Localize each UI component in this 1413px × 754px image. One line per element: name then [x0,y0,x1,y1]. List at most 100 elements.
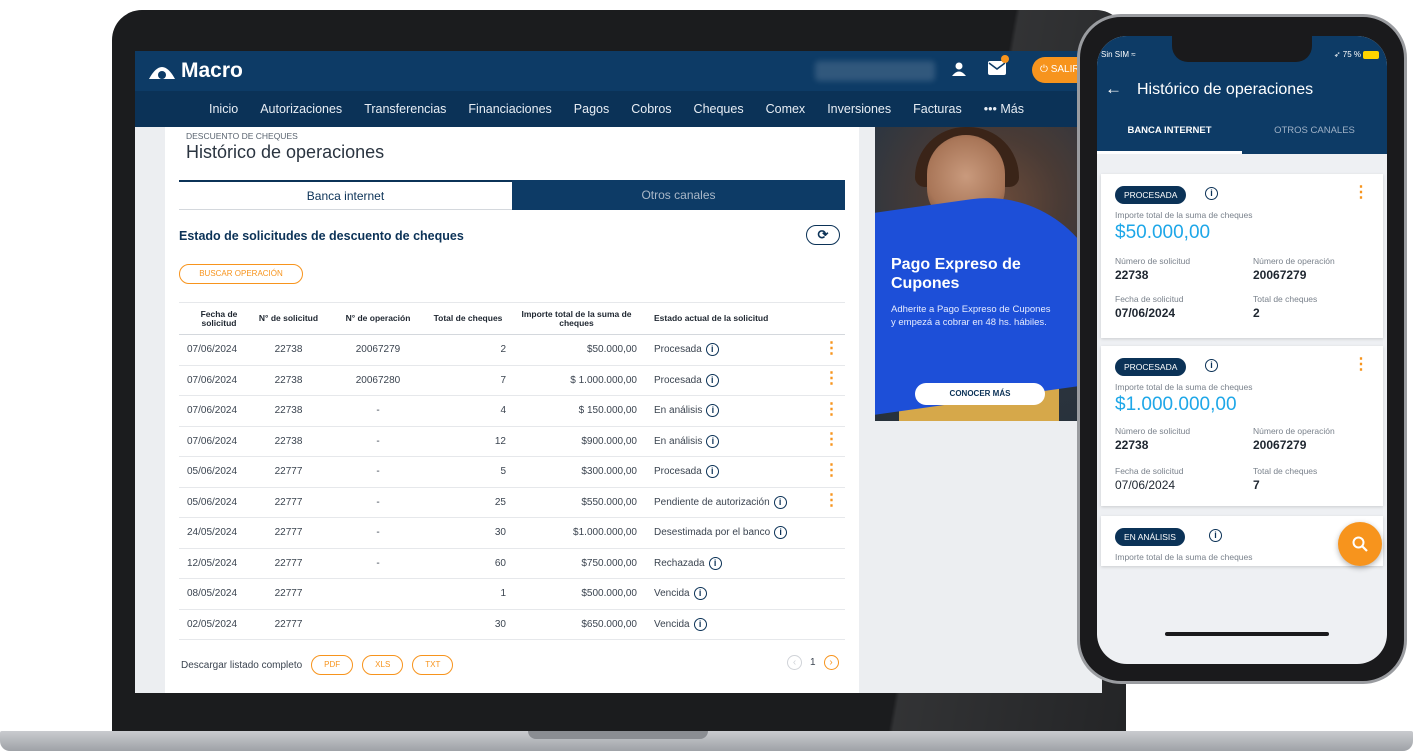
tab-banca-internet[interactable]: Banca internet [179,180,512,210]
row-menu-icon[interactable]: ⋮ [824,401,840,418]
current-page[interactable]: 1 [810,657,816,668]
fecha-label: Fecha de solicitud [1115,294,1184,304]
info-icon[interactable]: i [1205,187,1218,200]
info-icon[interactable]: i [706,404,720,418]
next-page-button[interactable]: › [823,655,839,670]
nav-facturas[interactable]: Facturas [913,102,962,116]
table-row[interactable]: 07/06/2024 22738-4 $ 150.000,00 En análisis… [179,395,845,427]
info-icon[interactable]: i [708,556,722,570]
row-menu-icon[interactable]: ⋮ [824,462,840,479]
search-fab[interactable] [1338,522,1382,566]
nav-cobros[interactable]: Cobros [631,102,671,116]
brand-logo[interactable]: Macro [147,59,243,83]
cell-total: 25 [430,487,516,518]
estado-text: Desestimada por el banco [654,527,771,539]
cell-solicitud: 22777 [251,609,326,640]
table-row[interactable]: 05/06/2024 22777-25 $550.000,00 Pendiente d… [179,487,845,518]
prev-page-button[interactable]: ‹ [787,655,802,670]
info-icon[interactable]: i [1205,359,1218,372]
tab-otros-canales[interactable]: Otros canales [512,180,845,210]
mobile-tab-banca-internet[interactable]: BANCA INTERNET [1097,110,1242,154]
nav-autorizaciones[interactable]: Autorizaciones [260,102,342,116]
cell-fecha: 12/05/2024 [179,548,251,579]
cell-solicitud: 22738 [251,395,326,427]
refresh-button[interactable]: ⟳ [806,225,840,245]
col-importe[interactable]: Importe total de la suma de cheques [516,302,650,335]
nav-inicio[interactable]: Inicio [209,102,238,116]
cell-importe: $550.000,00 [516,487,650,518]
user-info-blurred [815,61,935,81]
cell-estado: Vencida i [650,609,818,640]
table-row[interactable]: 07/06/2024 22738 20067280 7 $ 1.000.000,00 Pr… [179,365,845,396]
row-menu-icon[interactable]: ⋮ [824,492,840,509]
cell-fecha: 05/06/2024 [179,487,251,518]
cell-total: 12 [430,426,516,457]
status-badge: PROCESADA [1115,186,1187,204]
num-solicitud-value: 22738 [1115,268,1149,282]
nav-inversiones[interactable]: Inversiones [827,102,891,116]
operation-card[interactable]: PROCESADA i ⋮ Importe total de la suma d… [1101,174,1383,338]
cell-importe: $500.000,00 [516,578,650,610]
cell-importe: $300.000,00 [516,456,650,488]
download-txt-button[interactable]: TXT [412,655,454,675]
info-icon[interactable]: i [693,587,707,601]
table-row[interactable]: 24/05/2024 22777-30 $1.000.000,00 Desestima… [179,517,845,549]
info-icon[interactable]: i [705,343,719,357]
num-solicitud-label: Número de solicitud [1115,426,1191,436]
col-solicitud[interactable]: N° de solicitud [251,302,326,335]
cell-estado: Procesada i [650,334,818,366]
brand-name: Macro [181,59,243,82]
row-menu-icon[interactable]: ⋮ [824,370,840,387]
table-row[interactable]: 08/05/2024 22777 1 $500.000,00 Vencida i [179,578,845,610]
mobile-tabs: BANCA INTERNET OTROS CANALES [1097,110,1387,154]
back-arrow-icon[interactable]: ← [1105,79,1122,99]
search-operation-button[interactable]: BUSCAR OPERACIÓN [179,264,303,284]
info-icon[interactable]: i [773,495,787,509]
home-indicator [1165,632,1329,636]
info-icon[interactable]: i [705,373,719,387]
table-row[interactable]: 12/05/2024 22777-60 $750.000,00 Rechazada i [179,548,845,579]
more-menu-icon[interactable]: ⋮ [1353,185,1369,201]
main-nav: Inicio Autorizaciones Transferencias Fin… [135,91,1102,127]
col-fecha[interactable]: Fecha de solicitud [179,302,251,335]
promo-banner[interactable]: Pago Expreso de Cupones Adherite a Pago … [875,127,1077,421]
row-menu-icon[interactable]: ⋮ [824,340,840,357]
table-body: 07/06/2024 22738 20067279 2 $50.000,00 Proces… [179,334,845,640]
num-operacion-label: Número de operación [1253,256,1335,266]
info-icon[interactable]: i [774,526,788,540]
info-icon[interactable]: i [705,465,719,479]
user-icon[interactable] [949,61,969,81]
total-value: 2 [1253,306,1260,320]
info-icon[interactable]: i [706,434,720,448]
table-row[interactable]: 02/05/2024 22777 30 $650.000,00 Vencida i [179,609,845,640]
more-menu-icon[interactable]: ⋮ [1353,357,1369,373]
table-row[interactable]: 07/06/2024 22738 20067279 2 $50.000,00 Proces… [179,334,845,366]
col-operacion[interactable]: N° de operación [326,302,430,335]
nav-financiaciones[interactable]: Financiaciones [468,102,551,116]
cell-importe: $1.000.000,00 [516,517,650,549]
table-row[interactable]: 07/06/2024 22738-12 $900.000,00 En análisis… [179,426,845,457]
nav-comex[interactable]: Comex [766,102,806,116]
nav-transferencias[interactable]: Transferencias [364,102,446,116]
download-pdf-button[interactable]: PDF [311,655,354,675]
cell-importe: $650.000,00 [516,609,650,640]
nav-cheques[interactable]: Cheques [694,102,744,116]
download-xls-button[interactable]: XLS [362,655,404,675]
info-icon[interactable]: i [693,617,707,631]
num-solicitud-label: Número de solicitud [1115,256,1191,266]
promo-cta-button[interactable]: CONOCER MÁS [915,383,1045,405]
row-menu-icon[interactable]: ⋮ [824,431,840,448]
nav-pagos[interactable]: Pagos [574,102,609,116]
info-icon[interactable]: i [1209,529,1222,542]
breadcrumb[interactable]: DESCUENTO DE CHEQUES [186,131,298,141]
cell-solicitud: 22777 [251,487,326,518]
nav-mas[interactable]: ••• Más [984,102,1024,116]
table-row[interactable]: 05/06/2024 22777-5 $300.000,00 Procesada i ⋮ [179,456,845,488]
cell-importe: $50.000,00 [516,334,650,366]
col-estado[interactable]: Estado actual de la solicitud [650,302,818,335]
col-total[interactable]: Total de cheques [430,302,516,335]
mobile-tab-otros-canales[interactable]: OTROS CANALES [1242,110,1387,154]
mail-icon[interactable] [987,61,1007,81]
num-solicitud-value: 22738 [1115,438,1149,452]
operation-card[interactable]: PROCESADA i ⋮ Importe total de la suma d… [1101,346,1383,506]
